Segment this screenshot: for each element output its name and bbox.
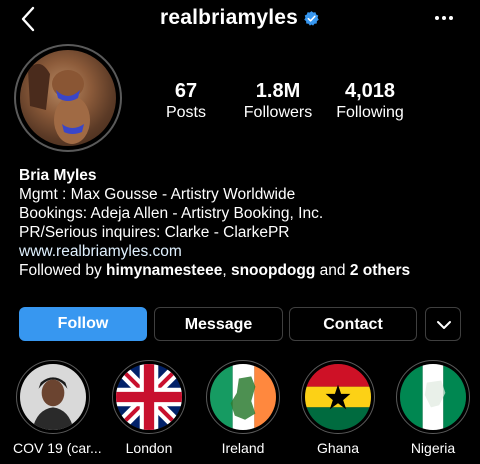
highlight-london[interactable]: London	[111, 360, 187, 457]
followed-by-others[interactable]: 2 others	[350, 262, 410, 279]
highlight-ring	[112, 360, 186, 434]
followers-label: Followers	[243, 104, 313, 121]
display-name: Bria Myles	[19, 167, 97, 184]
ghana-flag-icon	[305, 364, 371, 430]
avatar-photo-icon	[28, 63, 90, 144]
highlight-ireland-cover	[210, 364, 276, 430]
highlight-label: Ireland	[221, 440, 265, 456]
avatar-image	[20, 50, 116, 146]
highlight-label: Nigeria	[410, 440, 456, 456]
chevron-down-icon	[437, 321, 451, 329]
top-bar: realbriamyles	[0, 0, 480, 40]
highlight-label: London	[125, 440, 173, 456]
ireland-flag-icon	[210, 364, 276, 430]
followed-by-prefix: Followed by	[19, 262, 107, 279]
bio-line-pr: PR/Serious inquires: Clarke - ClarkePR	[19, 224, 290, 241]
profile-bio: Bria Myles Mgmt : Max Gousse - Artistry …	[19, 166, 469, 280]
highlight-label: COV 19 (car...	[13, 440, 102, 456]
profile-avatar[interactable]	[14, 44, 122, 152]
bio-line-management: Mgmt : Max Gousse - Artistry Worldwide	[19, 186, 296, 203]
contact-button[interactable]: Contact	[289, 307, 417, 341]
highlight-ghana-cover	[305, 364, 371, 430]
highlight-ring	[206, 360, 280, 434]
following-count: 4,018	[344, 80, 396, 102]
uk-flag-icon	[116, 364, 182, 430]
highlight-ring	[301, 360, 375, 434]
followers-count: 1.8M	[255, 80, 301, 102]
highlight-ring	[396, 360, 470, 434]
highlight-ring	[16, 360, 90, 434]
followed-by-separator: ,	[222, 262, 231, 279]
highlight-nigeria-cover	[400, 364, 466, 430]
posts-count: 67	[174, 80, 198, 102]
followed-by-and: and	[315, 262, 350, 279]
followers-stat[interactable]: 1.8M Followers	[236, 79, 320, 123]
highlight-cov19-cover	[20, 364, 86, 430]
following-label: Following	[336, 104, 404, 121]
posts-stat[interactable]: 67 Posts	[158, 79, 214, 123]
bio-line-bookings: Bookings: Adeja Allen - Artistry Booking…	[19, 205, 324, 222]
highlight-nigeria[interactable]: Nigeria	[395, 360, 471, 457]
highlight-ireland[interactable]: Ireland	[205, 360, 281, 457]
more-horizontal-icon[interactable]	[434, 10, 454, 26]
selfie-thumbnail-icon	[20, 364, 86, 430]
nigeria-flag-icon	[400, 364, 466, 430]
username: realbriamyles	[159, 6, 299, 29]
message-button[interactable]: Message	[154, 307, 283, 341]
highlight-ghana[interactable]: Ghana	[300, 360, 376, 457]
verified-badge-icon	[304, 10, 319, 26]
highlight-cov19[interactable]: COV 19 (car...	[13, 360, 102, 457]
followed-by-user-2[interactable]: snoopdogg	[231, 262, 315, 279]
website-link[interactable]: www.realbriamyles.com	[19, 242, 469, 261]
highlight-london-cover	[116, 364, 182, 430]
following-stat[interactable]: 4,018 Following	[330, 79, 410, 123]
suggested-accounts-button[interactable]	[425, 307, 461, 341]
profile-title: realbriamyles	[0, 6, 480, 30]
posts-label: Posts	[165, 104, 206, 121]
followed-by: Followed by himynamesteee, snoopdogg and…	[19, 261, 469, 280]
follow-button[interactable]: Follow	[19, 307, 147, 341]
highlight-label: Ghana	[316, 440, 360, 456]
followed-by-user-1[interactable]: himynamesteee	[106, 262, 222, 279]
